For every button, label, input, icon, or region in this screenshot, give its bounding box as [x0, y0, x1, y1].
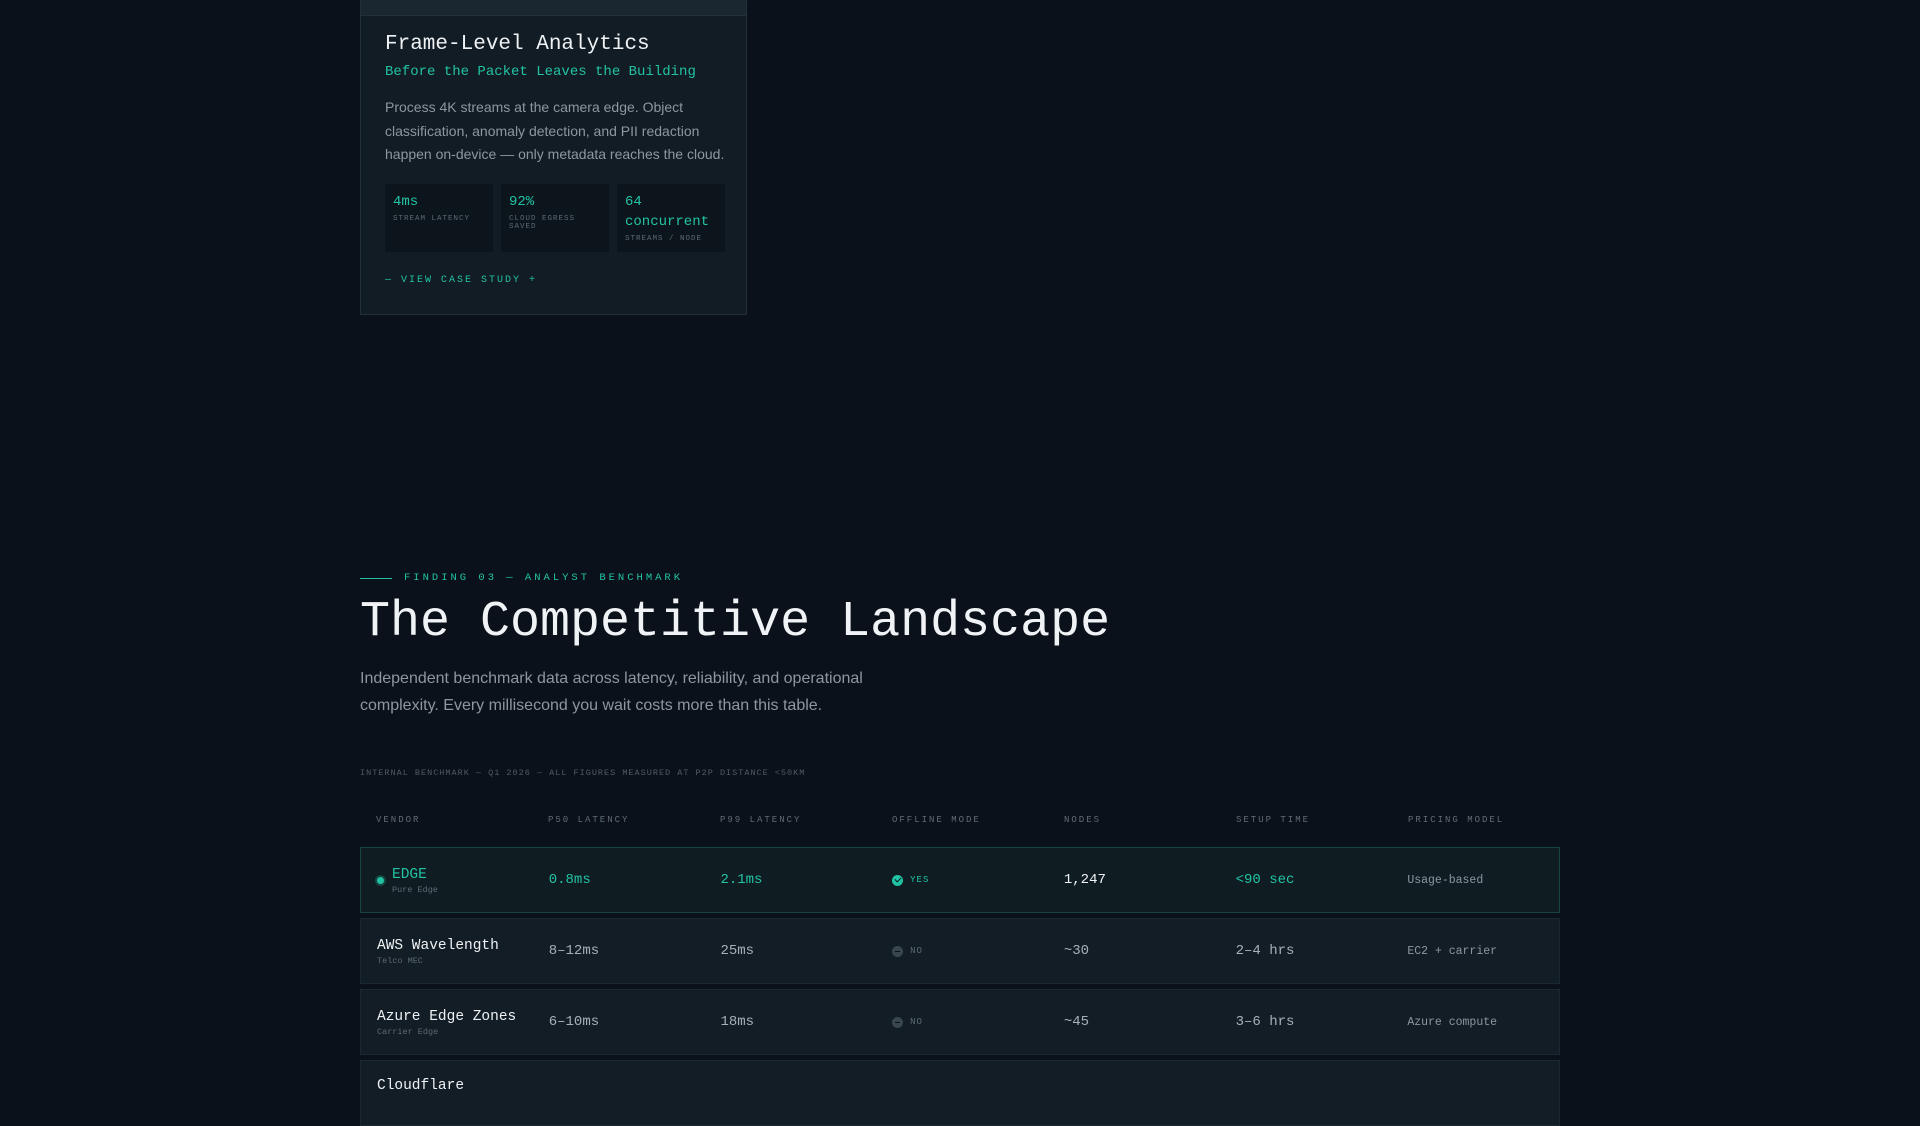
offline-label: NO	[910, 946, 923, 956]
stat-label: STREAM LATENCY	[393, 215, 471, 223]
header-p99: P99 LATENCY	[720, 815, 802, 825]
minus-circle-icon	[892, 1016, 904, 1028]
p50-cell: 0.8ms	[548, 872, 591, 888]
eyebrow-text: FINDING 03 — ANALYST BENCHMARK	[404, 572, 684, 584]
stat-value: 92%	[509, 194, 535, 210]
minus-circle-icon	[892, 945, 904, 957]
offline-cell: NO	[876, 945, 1048, 957]
benchmark-note: INTERNAL BENCHMARK — Q1 2026 — ALL FIGUR…	[360, 768, 806, 778]
pricing-cell: Azure compute	[1407, 1015, 1498, 1029]
setup-cell: 2–4 hrs	[1235, 943, 1295, 959]
offline-cell: NO	[876, 1016, 1048, 1028]
header-setup: SETUP TIME	[1236, 815, 1311, 825]
stat-streams: 64 concurrent STREAMS / NODE	[617, 184, 725, 252]
header-pricing: PRICING MODEL	[1408, 815, 1505, 825]
table-row[interactable]: Azure Edge Zones Carrier Edge 6–10ms 18m…	[360, 989, 1560, 1055]
vendor-name: AWS Wavelength	[377, 937, 499, 954]
card-title: Frame-Level Analytics	[385, 33, 650, 56]
pricing-cell: Usage-based	[1407, 873, 1484, 887]
vendor-cell: EDGE Pure Edge	[361, 866, 533, 895]
stat-value: 64 concurrent	[625, 194, 710, 230]
vendor-cell: Azure Edge Zones Carrier Edge	[361, 1008, 533, 1037]
p99-cell: 2.1ms	[720, 872, 763, 888]
offline-label: NO	[910, 1017, 923, 1027]
section-title: The Competitive Landscape	[360, 594, 1111, 651]
check-circle-icon	[892, 874, 904, 886]
vendor-name: Azure Edge Zones	[377, 1008, 517, 1025]
vendor-cell: AWS Wavelength Telco MEC	[361, 937, 533, 966]
table-row[interactable]: Cloudflare	[360, 1060, 1560, 1126]
stat-label: CLOUD EGRESS SAVED	[509, 215, 576, 231]
p50-cell: 6–10ms	[548, 1014, 600, 1030]
pricing-cell: EC2 + carrier	[1407, 944, 1498, 958]
offline-label: YES	[910, 875, 930, 885]
table-header: VENDOR P50 LATENCY P99 LATENCY OFFLINE M…	[360, 808, 1560, 832]
stat-label: STREAMS / NODE	[625, 235, 703, 243]
stat-egress: 92% CLOUD EGRESS SAVED	[501, 184, 609, 252]
card-description: Process 4K streams at the camera edge. O…	[385, 99, 725, 162]
card-image-strip	[361, 0, 746, 16]
card-subtitle: Before the Packet Leaves the Building	[385, 64, 696, 80]
p99-cell: 18ms	[720, 1014, 755, 1030]
section-eyebrow: FINDING 03 — ANALYST BENCHMARK	[360, 572, 683, 584]
nodes-cell: ~30	[1063, 943, 1090, 959]
table-row[interactable]: AWS Wavelength Telco MEC 8–12ms 25ms NO …	[360, 918, 1560, 984]
offline-cell: YES	[876, 874, 1048, 886]
header-offline: OFFLINE MODE	[892, 815, 981, 825]
header-vendor: VENDOR	[376, 815, 421, 825]
benchmark-table: VENDOR P50 LATENCY P99 LATENCY OFFLINE M…	[360, 808, 1560, 1126]
header-nodes: NODES	[1064, 815, 1102, 825]
vendor-category: Carrier Edge	[377, 1026, 439, 1037]
view-case-study-link[interactable]: — VIEW CASE STUDY +	[385, 275, 537, 286]
case-study-card: Frame-Level Analytics Before the Packet …	[360, 0, 747, 315]
vendor-category: Telco MEC	[377, 955, 423, 966]
setup-cell: <90 sec	[1235, 872, 1295, 888]
card-stats: 4ms STREAM LATENCY 92% CLOUD EGRESS SAVE…	[385, 184, 725, 252]
p50-cell: 8–12ms	[548, 943, 600, 959]
stat-latency: 4ms STREAM LATENCY	[385, 184, 493, 252]
header-p50: P50 LATENCY	[548, 815, 630, 825]
eyebrow-rule	[360, 577, 392, 579]
p99-cell: 25ms	[720, 943, 755, 959]
nodes-cell: 1,247	[1063, 872, 1106, 888]
vendor-category: Pure Edge	[392, 884, 438, 895]
table-row[interactable]: EDGE Pure Edge 0.8ms 2.1ms YES 1,247 <90…	[360, 847, 1560, 913]
nodes-cell: ~45	[1063, 1014, 1090, 1030]
highlight-dot-icon	[377, 876, 384, 884]
setup-cell: 3–6 hrs	[1235, 1014, 1295, 1030]
vendor-name: EDGE	[392, 866, 427, 883]
section-description: Independent benchmark data across latenc…	[360, 670, 863, 714]
stat-value: 4ms	[393, 194, 419, 210]
